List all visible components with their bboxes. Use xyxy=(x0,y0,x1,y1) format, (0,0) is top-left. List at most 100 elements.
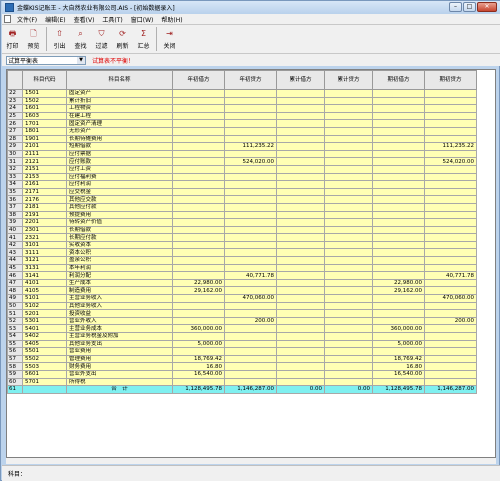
column-header[interactable]: 年初借方 xyxy=(172,70,225,90)
maximize-button[interactable]: □ xyxy=(463,2,476,12)
table-cell[interactable] xyxy=(424,180,477,189)
table-cell[interactable] xyxy=(424,89,477,98)
table-cell[interactable] xyxy=(372,225,425,235)
table-cell[interactable] xyxy=(276,316,325,326)
table-cell[interactable] xyxy=(224,233,277,242)
table-cell[interactable]: 1601 xyxy=(22,104,67,113)
table-cell[interactable]: 2111 xyxy=(22,149,67,159)
table-cell[interactable] xyxy=(224,89,277,98)
table-cell[interactable] xyxy=(424,332,477,341)
table-cell[interactable]: 360,000.00 xyxy=(172,324,225,333)
find-button[interactable]: ⌕ 查找 xyxy=(70,27,91,52)
table-cell[interactable] xyxy=(276,362,325,371)
table-cell[interactable] xyxy=(276,347,325,356)
chevron-down-icon[interactable]: ▼ xyxy=(77,56,85,64)
table-cell[interactable] xyxy=(172,294,225,303)
table-cell[interactable] xyxy=(276,354,325,364)
table-row[interactable]: 40 2301 长期借款 xyxy=(7,225,477,235)
table-cell[interactable] xyxy=(324,157,373,166)
document-icon[interactable] xyxy=(4,15,11,23)
table-cell[interactable] xyxy=(276,286,325,296)
table-cell[interactable] xyxy=(372,111,425,121)
table-cell[interactable] xyxy=(424,240,477,250)
table-cell[interactable] xyxy=(276,157,325,166)
title-bar[interactable]: 金蝶KIS记账王 - 大自然农业有限公司.AIS - [初始数据录入] – □ … xyxy=(2,1,500,14)
table-cell[interactable] xyxy=(172,248,225,258)
table-cell[interactable] xyxy=(224,301,277,311)
table-cell[interactable]: 3121 xyxy=(22,256,67,265)
table-cell[interactable] xyxy=(372,202,425,212)
table-cell[interactable]: 470,060.00 xyxy=(224,294,277,303)
table-cell[interactable]: 111,235.22 xyxy=(224,142,277,151)
table-cell[interactable]: 营业费用 xyxy=(66,347,173,356)
table-row[interactable]: 31 2121 应付账款 524,020.00 524,020.00 xyxy=(7,157,477,166)
table-row[interactable]: 27 1801 无形资产 xyxy=(7,126,477,136)
table-cell[interactable]: 2176 xyxy=(22,195,67,204)
table-cell[interactable]: 5101 xyxy=(22,294,67,303)
table-row[interactable]: 30 2111 应付票据 xyxy=(7,149,477,159)
table-cell[interactable] xyxy=(372,233,425,242)
table-cell[interactable] xyxy=(372,332,425,341)
table-cell[interactable]: 2191 xyxy=(22,210,67,220)
table-cell[interactable]: 盈余公积 xyxy=(66,256,173,265)
table-row[interactable]: 38 2191 预提费用 xyxy=(7,210,477,220)
table-cell[interactable]: 2321 xyxy=(22,233,67,242)
table-cell[interactable] xyxy=(324,354,373,364)
table-cell[interactable] xyxy=(172,316,225,326)
menu-view[interactable]: 查看(V) xyxy=(70,15,99,24)
table-row[interactable]: 34 2161 应付利润 xyxy=(7,180,477,189)
table-cell[interactable]: 预提费用 xyxy=(66,210,173,220)
table-cell[interactable]: 营业外支出 xyxy=(66,369,173,379)
table-cell[interactable] xyxy=(424,286,477,296)
table-row[interactable]: 23 1502 累计折旧 xyxy=(7,96,477,106)
table-cell[interactable]: 3131 xyxy=(22,263,67,273)
table-row[interactable]: 53 5401 主营业务成本 360,000.00 360,000.00 xyxy=(7,324,477,333)
table-cell[interactable]: 主营业务收入 xyxy=(66,294,173,303)
table-cell[interactable] xyxy=(276,225,325,235)
table-cell[interactable]: 1701 xyxy=(22,119,67,128)
table-row[interactable]: 55 5405 其他业务支出 5,000.00 5,000.00 xyxy=(7,339,477,349)
table-cell[interactable] xyxy=(424,134,477,144)
table-row[interactable]: 39 2201 待转资产价值 xyxy=(7,218,477,227)
table-cell[interactable] xyxy=(276,96,325,106)
table-cell[interactable] xyxy=(224,286,277,296)
table-cell[interactable] xyxy=(324,172,373,182)
table-cell[interactable] xyxy=(372,96,425,106)
table-cell[interactable]: 工程物资 xyxy=(66,104,173,113)
table-cell[interactable] xyxy=(324,278,373,288)
table-cell[interactable]: 其他业务收入 xyxy=(66,301,173,311)
print-button[interactable]: 🖶 打印 xyxy=(2,27,23,52)
table-cell[interactable] xyxy=(372,218,425,227)
table-cell[interactable] xyxy=(324,263,373,273)
menu-help[interactable]: 帮助(H) xyxy=(157,15,186,24)
table-cell[interactable] xyxy=(424,210,477,220)
table-cell[interactable]: 2301 xyxy=(22,225,67,235)
table-cell[interactable] xyxy=(276,164,325,174)
table-cell[interactable] xyxy=(172,377,225,387)
table-cell[interactable] xyxy=(172,195,225,204)
table-row[interactable]: 47 4101 生产成本 22,980.00 22,980.00 xyxy=(7,278,477,288)
table-cell[interactable]: 制造费用 xyxy=(66,286,173,296)
column-header[interactable]: 累计借方 xyxy=(276,70,325,90)
table-cell[interactable] xyxy=(424,218,477,227)
table-cell[interactable] xyxy=(324,294,373,303)
table-cell[interactable] xyxy=(324,369,373,379)
table-cell[interactable] xyxy=(324,339,373,349)
table-cell[interactable]: 1,146,287.00 xyxy=(424,385,477,394)
table-cell[interactable]: 无形资产 xyxy=(66,126,173,136)
table-cell[interactable] xyxy=(372,195,425,204)
table-cell[interactable]: 长期待摊费用 xyxy=(66,134,173,144)
horizontal-scrollbar[interactable] xyxy=(6,458,496,464)
table-cell[interactable] xyxy=(324,187,373,197)
table-cell[interactable] xyxy=(276,180,325,189)
table-cell[interactable]: 5,000.00 xyxy=(172,339,225,349)
total-row[interactable]: 61 合 计 1,128,495.78 1,146,287.00 0.00 0.00 1,1… xyxy=(7,385,477,394)
table-cell[interactable]: 投资收益 xyxy=(66,309,173,318)
table-cell[interactable]: 40,771.78 xyxy=(224,271,277,280)
table-cell[interactable] xyxy=(424,263,477,273)
table-cell[interactable] xyxy=(372,104,425,113)
table-row[interactable]: 26 1701 固定资产清理 xyxy=(7,119,477,128)
refresh-button[interactable]: ⟳ 刷新 xyxy=(112,27,133,52)
table-cell[interactable]: 5401 xyxy=(22,324,67,333)
table-cell[interactable] xyxy=(324,332,373,341)
